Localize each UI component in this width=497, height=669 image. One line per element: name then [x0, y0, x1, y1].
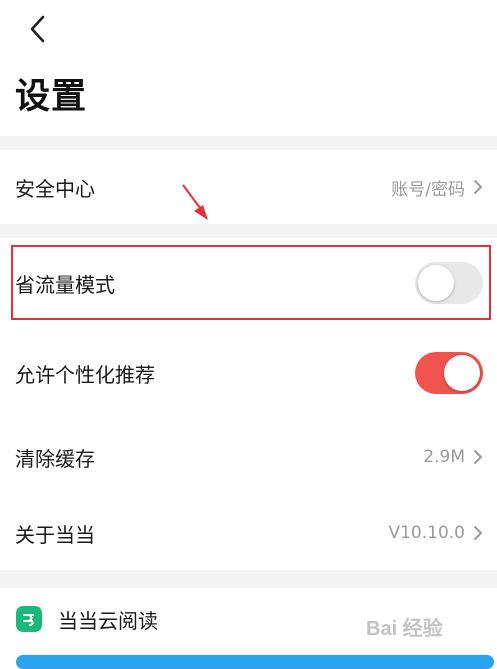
settings-item-value: V10.10.0 [388, 523, 465, 543]
chevron-right-icon [473, 179, 483, 195]
page-title: 设置 [15, 77, 88, 117]
back-icon [30, 15, 45, 43]
personalized-toggle[interactable] [415, 352, 483, 394]
baidu-watermark-icon: Bai 经验 [366, 605, 494, 647]
back-button[interactable] [22, 12, 52, 46]
toggle-knob [444, 355, 480, 391]
settings-item-data-saver: 省流量模式 [0, 238, 497, 328]
chevron-right-icon [473, 449, 483, 465]
settings-item-security[interactable]: 安全中心 账号/密码 [0, 150, 497, 224]
settings-item-label: 允许个性化推荐 [15, 362, 155, 387]
settings-item-label: 清除缓存 [15, 446, 95, 471]
data-saver-toggle[interactable] [415, 262, 483, 304]
section-divider [0, 224, 497, 238]
dangdang-logo-icon [16, 606, 42, 632]
header: 设置 [0, 0, 497, 136]
section-divider [0, 136, 497, 150]
settings-item-value: 账号/密码 [391, 179, 465, 200]
banner-strip[interactable] [16, 655, 494, 669]
settings-item-personalized: 允许个性化推荐 [0, 328, 497, 418]
watermark-text: Bai 经验 [366, 617, 443, 640]
settings-item-cache[interactable]: 清除缓存 2.9M [0, 418, 497, 496]
settings-item-about[interactable]: 关于当当 V10.10.0 [0, 496, 497, 570]
settings-item-label: 省流量模式 [15, 272, 115, 297]
toggle-knob [418, 265, 454, 301]
settings-item-label: 关于当当 [15, 522, 95, 547]
brand-name: 当当云阅读 [58, 608, 158, 633]
chevron-right-icon [473, 525, 483, 541]
section-divider [0, 570, 497, 588]
annotation-arrow-icon [182, 184, 208, 220]
settings-item-value: 2.9M [423, 447, 465, 467]
